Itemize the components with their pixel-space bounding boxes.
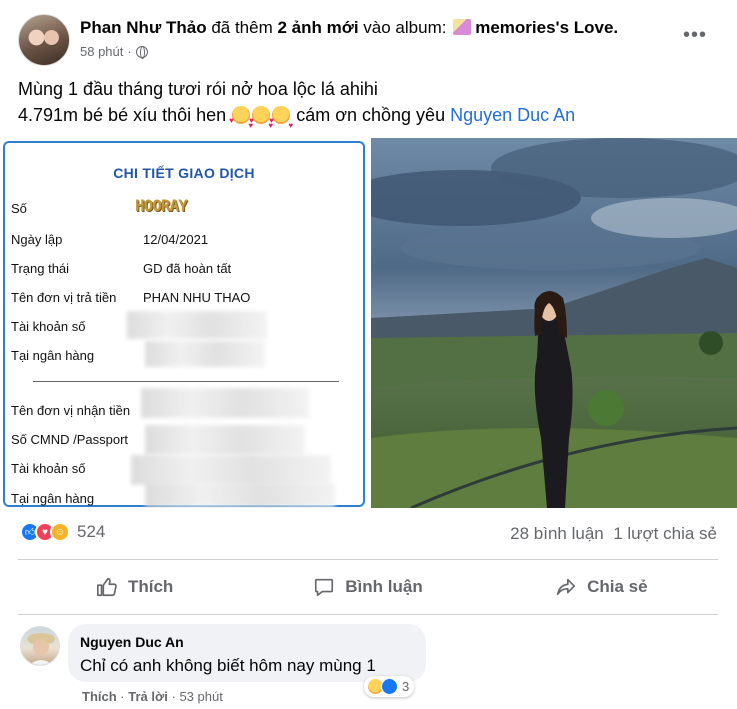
- commenter-name[interactable]: Nguyen Duc An: [80, 634, 414, 650]
- reaction-summary[interactable]: 👍︎ ♥ ☺ 524: [20, 522, 105, 542]
- author-name[interactable]: Phan Như Thảo: [80, 18, 207, 37]
- smiling-face-with-hearts-icon: [249, 106, 273, 139]
- divider: [18, 559, 718, 560]
- photo-receipt[interactable]: CHI TIẾT GIAO DỊCH Số HOORAY Ngày lập 12…: [0, 138, 367, 508]
- more-options-icon[interactable]: •••: [683, 25, 707, 45]
- photo-landscape[interactable]: [371, 138, 737, 508]
- receipt-label: Tên đơn vị trả tiền: [11, 290, 117, 305]
- receipt-label: Tài khoản số: [11, 319, 86, 334]
- shares-count-link[interactable]: 1 lượt chia sẻ: [613, 524, 717, 543]
- comment-actions: Thích · Trả lời · 53 phút: [82, 689, 223, 704]
- receipt-label: Tại ngân hàng: [11, 348, 95, 363]
- receipt-label: Ngày lập: [11, 232, 63, 247]
- landscape-image: [371, 138, 737, 508]
- receipt-value: GD đã hoàn tất: [143, 261, 232, 276]
- meta-separator: ·: [127, 44, 132, 59]
- share-icon: [557, 578, 576, 596]
- receipt-sticker: HOORAY: [135, 196, 188, 215]
- share-button[interactable]: Chia sẻ: [485, 562, 718, 612]
- receipt-card: CHI TIẾT GIAO DỊCH Số HOORAY Ngày lập 12…: [3, 141, 365, 507]
- redacted-block: [131, 455, 331, 485]
- receipt-label: Trạng thái: [11, 261, 70, 276]
- care-reaction-icon: ☺: [50, 522, 70, 542]
- comment-reply-link[interactable]: Trả lời: [128, 689, 168, 704]
- post-actions: Thích Bình luận Chia sẻ: [18, 562, 718, 612]
- divider: [18, 614, 718, 615]
- comment-bubble: Nguyen Duc An Chỉ có anh không biết hôm …: [68, 624, 426, 682]
- share-label: Chia sẻ: [587, 577, 648, 596]
- mention-link[interactable]: Nguyen Duc An: [450, 105, 575, 125]
- caption-line-2: 4.791m bé bé xíu thôi hen cám ơn chồng y…: [18, 102, 718, 139]
- comment-separator: ·: [120, 689, 125, 704]
- post-time[interactable]: 58 phút: [80, 44, 123, 59]
- author-avatar[interactable]: [18, 14, 70, 66]
- redacted-block: [127, 311, 267, 339]
- redacted-block: [145, 425, 305, 455]
- commenter-avatar[interactable]: [20, 626, 60, 666]
- smiling-face-with-hearts-icon: [269, 106, 293, 139]
- post-header: Phan Như Thảo đã thêm 2 ảnh mới vào albu…: [80, 18, 618, 38]
- album-name[interactable]: memories's Love.: [475, 18, 618, 37]
- memo-icon: [453, 19, 472, 35]
- comment-time[interactable]: 53 phút: [179, 689, 222, 704]
- album-prefix: vào album:: [363, 18, 447, 37]
- receipt-value: 12/04/2021: [143, 232, 209, 247]
- comment-text: Chỉ có anh không biết hôm nay mùng 1: [80, 656, 376, 675]
- redacted-block: [145, 483, 335, 507]
- avatar-image: [27, 633, 55, 665]
- receipt-label: Tên đơn vị nhận tiền: [11, 403, 131, 418]
- comment-icon: [315, 578, 334, 597]
- receipt-label: Số: [11, 201, 27, 216]
- comment-button[interactable]: Bình luận: [251, 562, 484, 612]
- receipt-value: PHAN NHU THAO: [143, 290, 251, 305]
- caption-line-2-text: 4.791m bé bé xíu thôi hen: [18, 105, 227, 125]
- comment-label: Bình luận: [345, 577, 423, 596]
- post-caption: Mùng 1 đầu tháng tươi rói nở hoa lộc lá …: [18, 76, 718, 139]
- redacted-block: [145, 341, 265, 367]
- caption-line-1: Mùng 1 đầu tháng tươi rói nở hoa lộc lá …: [18, 79, 378, 99]
- comment-reactions[interactable]: 3: [364, 676, 415, 697]
- receipt-divider: [33, 381, 339, 382]
- comments-count-link[interactable]: 28 bình luận: [510, 524, 604, 543]
- receipt-title: CHI TIẾT GIAO DỊCH: [113, 165, 255, 181]
- receipt-label: Tài khoản số: [11, 461, 86, 476]
- like-button[interactable]: Thích: [18, 562, 251, 612]
- comment-reaction-count: 3: [402, 679, 410, 694]
- receipt-label: Tại ngân hàng: [11, 491, 95, 506]
- like-label: Thích: [127, 577, 174, 596]
- post-stats: 28 bình luận 1 lượt chia sẻ: [510, 524, 717, 544]
- post-meta: 58 phút ·: [80, 44, 148, 59]
- smiling-face-with-hearts-icon: [229, 106, 253, 139]
- redacted-block: [141, 388, 309, 418]
- reaction-count: 524: [77, 522, 106, 541]
- comment-separator: ·: [171, 689, 176, 704]
- comment-like-link[interactable]: Thích: [82, 689, 117, 704]
- like-reaction-icon: [381, 678, 398, 695]
- action-text: đã thêm: [211, 18, 273, 37]
- photo-count[interactable]: 2 ảnh mới: [278, 18, 359, 37]
- thumbs-up-icon: [96, 577, 117, 597]
- globe-icon: [135, 45, 148, 59]
- caption-line-2-suffix: cám ơn chồng yêu: [296, 105, 446, 125]
- receipt-label: Số CMND /Passport: [11, 432, 129, 447]
